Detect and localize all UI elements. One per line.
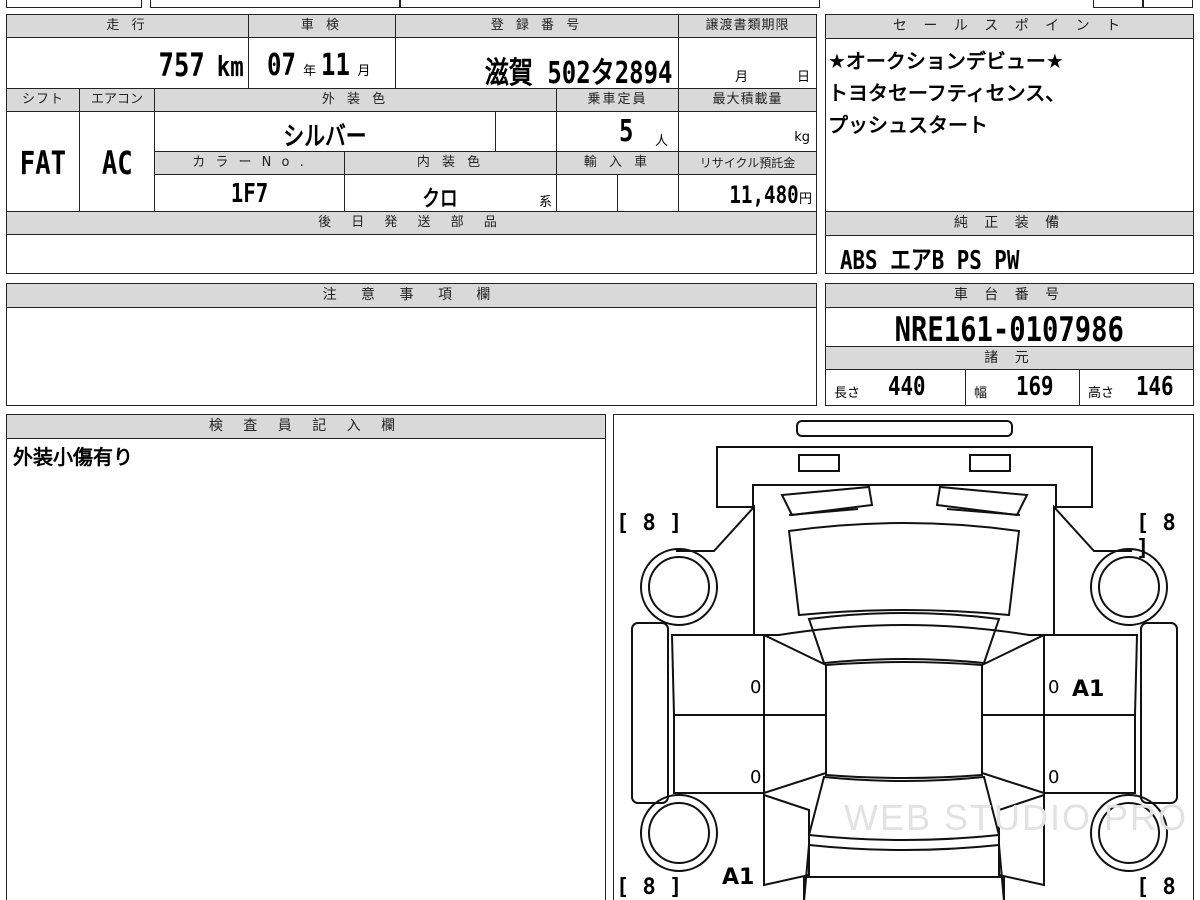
recycle-fee-header: リサイクル預託金: [678, 151, 817, 175]
specs-height-value: 146: [1136, 372, 1174, 402]
top-strip-cell-5: [1143, 0, 1193, 8]
shift-cell: FAT: [6, 111, 80, 212]
specs-length-cell: 長さ 440: [826, 370, 966, 406]
vehicle-diagram-panel: WEB STUDIO PRO [ 8 ] [ 8 ] [ 8 ] [ 8 ] A…: [613, 414, 1194, 900]
mileage-header: 走 行: [6, 14, 249, 38]
tire-tread-rear-right: [ 8 ]: [1136, 875, 1176, 900]
equipment-header: 純 正 装 備: [826, 212, 1193, 236]
exterior-color-extra-cell: [495, 111, 557, 152]
registration-cell: 滋賀 502タ2894: [395, 37, 679, 91]
caution-panel: 注 意 事 項 欄: [6, 283, 817, 406]
shift-header: シフト: [6, 88, 80, 112]
import-header: 輸 入 車: [556, 151, 679, 175]
exterior-color-header: 外 装 色: [154, 88, 557, 112]
specs-length-label: 長さ: [834, 386, 861, 401]
recycle-fee-unit: 円: [798, 192, 812, 207]
tire-tread-rear-left: [ 8 ]: [616, 875, 683, 900]
sales-point-line-3: プッシュスタート: [828, 113, 988, 137]
capacity-header: 乗車定員: [556, 88, 679, 112]
registration-header: 登 録 番 号: [395, 14, 679, 38]
specs-height-label: 高さ: [1088, 386, 1115, 401]
aircon-header: エアコン: [79, 88, 155, 112]
capacity-cell: 5 人: [556, 111, 679, 152]
inspector-panel: 検 査 員 記 入 欄 外装小傷有り: [6, 414, 606, 900]
transfer-day-unit: 日: [797, 70, 811, 85]
tire-tread-front-left: [ 8 ]: [616, 511, 683, 536]
exterior-color-cell: シルバー: [154, 111, 496, 152]
inspection-month-unit: 月: [357, 64, 371, 79]
sales-point-header: セ ー ル ス ポ イ ン ト: [826, 15, 1193, 39]
damage-mark-right-front-door: A1: [1072, 677, 1105, 702]
registration-number-value: 滋賀 502タ2894: [484, 56, 672, 91]
top-strip-cell-3: [400, 0, 820, 8]
specs-width-cell: 幅 169: [966, 370, 1080, 406]
later-parts-header: 後 日 発 送 部 品: [6, 211, 817, 235]
damage-mark-left-rear: A1: [722, 865, 755, 890]
import-cell-left: [556, 174, 618, 212]
inspection-year-value: 07: [267, 48, 296, 83]
panel-mark-left-rear: 0: [750, 767, 762, 788]
equipment-panel: 純 正 装 備 ABS エアB PS PW: [825, 211, 1194, 276]
tire-tread-front-right: [ 8 ]: [1136, 511, 1176, 561]
mileage-cell: 757 km: [6, 37, 249, 89]
inspection-header: 車 検: [248, 14, 396, 38]
color-no-header: カ ラ ー N o .: [154, 151, 345, 175]
inspection-month-value: 11: [321, 48, 351, 83]
transfer-month-unit: 月: [735, 70, 749, 85]
caution-header: 注 意 事 項 欄: [7, 284, 816, 308]
chassis-number: NRE161-0107986: [894, 310, 1125, 350]
aircon-cell: AC: [79, 111, 155, 212]
top-strip-cell-4: [1093, 0, 1143, 8]
interior-color-cell: クロ 系: [344, 174, 557, 212]
panel-mark-left-front: 0: [750, 677, 762, 698]
capacity-unit: 人: [655, 134, 669, 149]
specs-length-value: 440: [888, 372, 926, 402]
color-no-cell: 1F7: [154, 174, 345, 212]
interior-color-suffix: 系: [538, 195, 552, 210]
capacity-value: 5: [619, 114, 634, 149]
sales-point-line-2: トヨタセーフティセンス、: [828, 81, 1066, 105]
equipment-value: ABS エアB PS PW: [840, 246, 1020, 276]
specs-width-label: 幅: [974, 386, 988, 401]
panel-mark-right-front: 0: [1048, 677, 1060, 698]
top-strip-cell-2: [150, 0, 400, 8]
inspector-header: 検 査 員 記 入 欄: [7, 415, 605, 439]
sales-point-panel: セ ー ル ス ポ イ ン ト ★オークションデビュー★ トヨタセーフティセンス…: [825, 14, 1194, 213]
mileage-unit: km: [217, 50, 244, 83]
transfer-deadline-header: 譲渡書類期限: [678, 14, 817, 38]
interior-color-header: 内 装 色: [344, 151, 557, 175]
recycle-fee-value: 11,480: [729, 181, 799, 209]
inspection-cell: 07 年 11 月: [248, 37, 396, 89]
top-strip-cell-1: [6, 0, 142, 8]
mileage-value: 757: [158, 46, 206, 84]
later-parts-cell: [6, 234, 817, 274]
diagram-watermark: WEB STUDIO PRO: [844, 797, 1189, 838]
chassis-header: 車 台 番 号: [826, 284, 1193, 308]
inspector-note: 外装小傷有り: [13, 445, 133, 469]
chassis-panel: 車 台 番 号 NRE161-0107986 諸 元 長さ 440 幅 169 …: [825, 283, 1194, 406]
aircon-value: AC: [101, 144, 133, 182]
color-no-value: 1F7: [230, 179, 269, 209]
recycle-fee-cell: 11,480円: [678, 174, 817, 212]
max-load-header: 最大積載量: [678, 88, 817, 112]
interior-color-value: クロ: [422, 187, 459, 212]
specs-width-value: 169: [1016, 372, 1054, 402]
panel-mark-right-rear: 0: [1048, 767, 1060, 788]
specs-height-cell: 高さ 146: [1080, 370, 1194, 406]
transfer-deadline-cell: 月 日: [678, 37, 817, 89]
specs-header: 諸 元: [826, 346, 1193, 370]
sales-point-line-1: ★オークションデビュー★: [828, 49, 1064, 73]
max-load-unit: kg: [794, 130, 810, 145]
exterior-color-value: シルバー: [283, 122, 367, 152]
import-cell-right: [617, 174, 679, 212]
max-load-cell: kg: [678, 111, 817, 152]
inspection-year-unit: 年: [303, 64, 317, 79]
shift-value: FAT: [19, 144, 67, 182]
